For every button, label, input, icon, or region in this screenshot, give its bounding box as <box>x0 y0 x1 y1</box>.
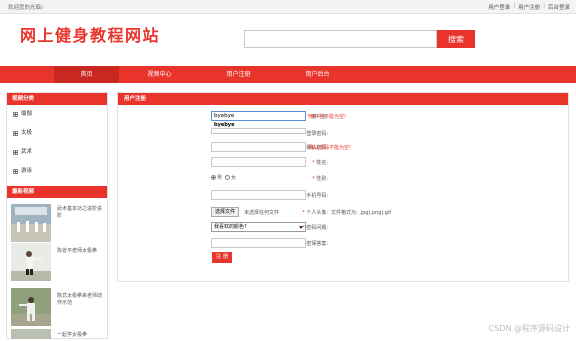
gender-label: * 性别: <box>312 175 328 182</box>
username-error: 用户名不能为空! <box>309 113 346 120</box>
category-item[interactable]: 太极 <box>7 124 107 143</box>
nav-item-home[interactable]: 首页 <box>54 66 119 83</box>
search-input[interactable] <box>244 30 437 48</box>
search-button[interactable]: 搜索 <box>437 30 475 48</box>
username-field[interactable]: byebye <box>211 111 306 121</box>
top-links: 用户登录 | 用户注册 | 后台登录 <box>488 3 570 11</box>
file-format-hint: 文件格式为: .jpg|.png|.gif <box>331 209 391 216</box>
category-item[interactable]: 武术 <box>7 143 107 162</box>
username-row: * 用户名: byebye 用户名不能为空! byebye <box>118 111 570 122</box>
password-field[interactable] <box>211 128 306 134</box>
phone-label: * 手机号码: <box>302 192 328 199</box>
category-label: 武术 <box>21 143 32 162</box>
admin-login-link[interactable]: 后台登录 <box>548 3 570 11</box>
user-register-link[interactable]: 用户注册 <box>518 3 540 11</box>
gender-options: 男 女 <box>211 174 236 181</box>
video-thumbnail[interactable] <box>11 288 51 326</box>
dropdown-arrow-icon <box>299 226 303 229</box>
phone-field[interactable] <box>211 190 306 200</box>
register-panel: 用户注册 * 用户名: byebye 用户名不能为空! byebye * 登录密… <box>117 92 569 282</box>
nav-item-videos[interactable]: 视频中心 <box>127 66 192 83</box>
answer-label: * 密保答案: <box>302 240 328 247</box>
video-title[interactable]: 陈省平老师太极拳 <box>57 248 105 255</box>
nav-item-register[interactable]: 用户注册 <box>206 66 271 83</box>
video-title[interactable]: 一起学太极拳 <box>57 332 105 339</box>
sidebar: 视频分类 瑜伽 太极 武术 游泳 最新视频 武术基本功之进阶进阶 陈省平老师太极… <box>6 92 108 339</box>
video-title[interactable]: 武术基本功之进阶进阶 <box>57 206 105 220</box>
video-thumbnail[interactable] <box>11 329 51 339</box>
welcome-text: 欢迎您的光临! <box>8 3 43 11</box>
expand-icon <box>13 150 18 155</box>
category-item[interactable]: 游泳 <box>7 162 107 181</box>
password-label: * 登录密码: <box>302 130 328 137</box>
select-value: 我喜欢的颜色? <box>214 224 247 230</box>
avatar-row: * 个人头像: 选择文件 未选择任何文件 文件格式为: .jpg|.png|.g… <box>118 207 570 218</box>
search-bar: 搜索 <box>244 30 475 48</box>
file-status: 未选择任何文件 <box>244 209 279 216</box>
site-logo[interactable]: 网上健身教程网站 <box>20 22 160 46</box>
phone-row: * 手机号码: <box>118 190 570 201</box>
register-submit-button[interactable]: 注 册 <box>212 252 232 263</box>
gender-female-option[interactable]: 女 <box>225 174 236 181</box>
confirm-row: * 确认密码: 确认密码不能为空! <box>118 142 570 153</box>
link-separator: | <box>543 3 545 11</box>
category-title: 视频分类 <box>7 93 107 105</box>
top-bar: 欢迎您的光临! 用户登录 | 用户注册 | 后台登录 <box>0 0 576 14</box>
radio-unchecked-icon <box>225 175 230 180</box>
avatar-label: * 个人头像: <box>302 209 328 216</box>
security-question-select[interactable]: 我喜欢的颜色? <box>211 222 306 232</box>
confirm-error: 确认密码不能为空! <box>309 144 351 151</box>
nav-item-user-center[interactable]: 用户后台 <box>285 66 350 83</box>
gender-male-option[interactable]: 男 <box>211 174 222 181</box>
name-row: * 姓名: <box>118 157 570 168</box>
link-separator: | <box>513 3 515 11</box>
category-item[interactable]: 瑜伽 <box>7 105 107 124</box>
main-nav: 首页 视频中心 用户注册 用户后台 <box>0 66 576 83</box>
password-row: * 登录密码: <box>118 128 570 139</box>
answer-row: * 密保答案: <box>118 238 570 249</box>
category-label: 瑜伽 <box>21 105 32 124</box>
choose-file-button[interactable]: 选择文件 <box>211 207 239 217</box>
video-title[interactable]: 陈式太极拳来老师动作示范 <box>57 293 105 307</box>
latest-videos-title: 最新视频 <box>7 186 107 198</box>
question-label: * 密码问题: <box>302 224 328 231</box>
user-login-link[interactable]: 用户登录 <box>488 3 510 11</box>
name-field[interactable] <box>211 157 306 167</box>
category-label: 游泳 <box>21 162 32 181</box>
radio-checked-icon <box>211 175 216 180</box>
category-label: 太极 <box>21 124 32 143</box>
question-row: * 密码问题: 我喜欢的颜色? <box>118 222 570 233</box>
confirm-password-field[interactable] <box>211 142 306 152</box>
video-thumbnail[interactable] <box>11 243 51 281</box>
expand-icon <box>13 112 18 117</box>
expand-icon <box>13 169 18 174</box>
panel-title: 用户注册 <box>118 93 568 105</box>
expand-icon <box>13 131 18 136</box>
watermark: CSDN @程序源码设计 <box>489 323 570 334</box>
name-label: * 姓名: <box>312 159 328 166</box>
video-thumbnail[interactable] <box>11 204 51 242</box>
gender-row: * 性别: 男 女 <box>118 173 570 184</box>
security-answer-field[interactable] <box>211 238 306 248</box>
